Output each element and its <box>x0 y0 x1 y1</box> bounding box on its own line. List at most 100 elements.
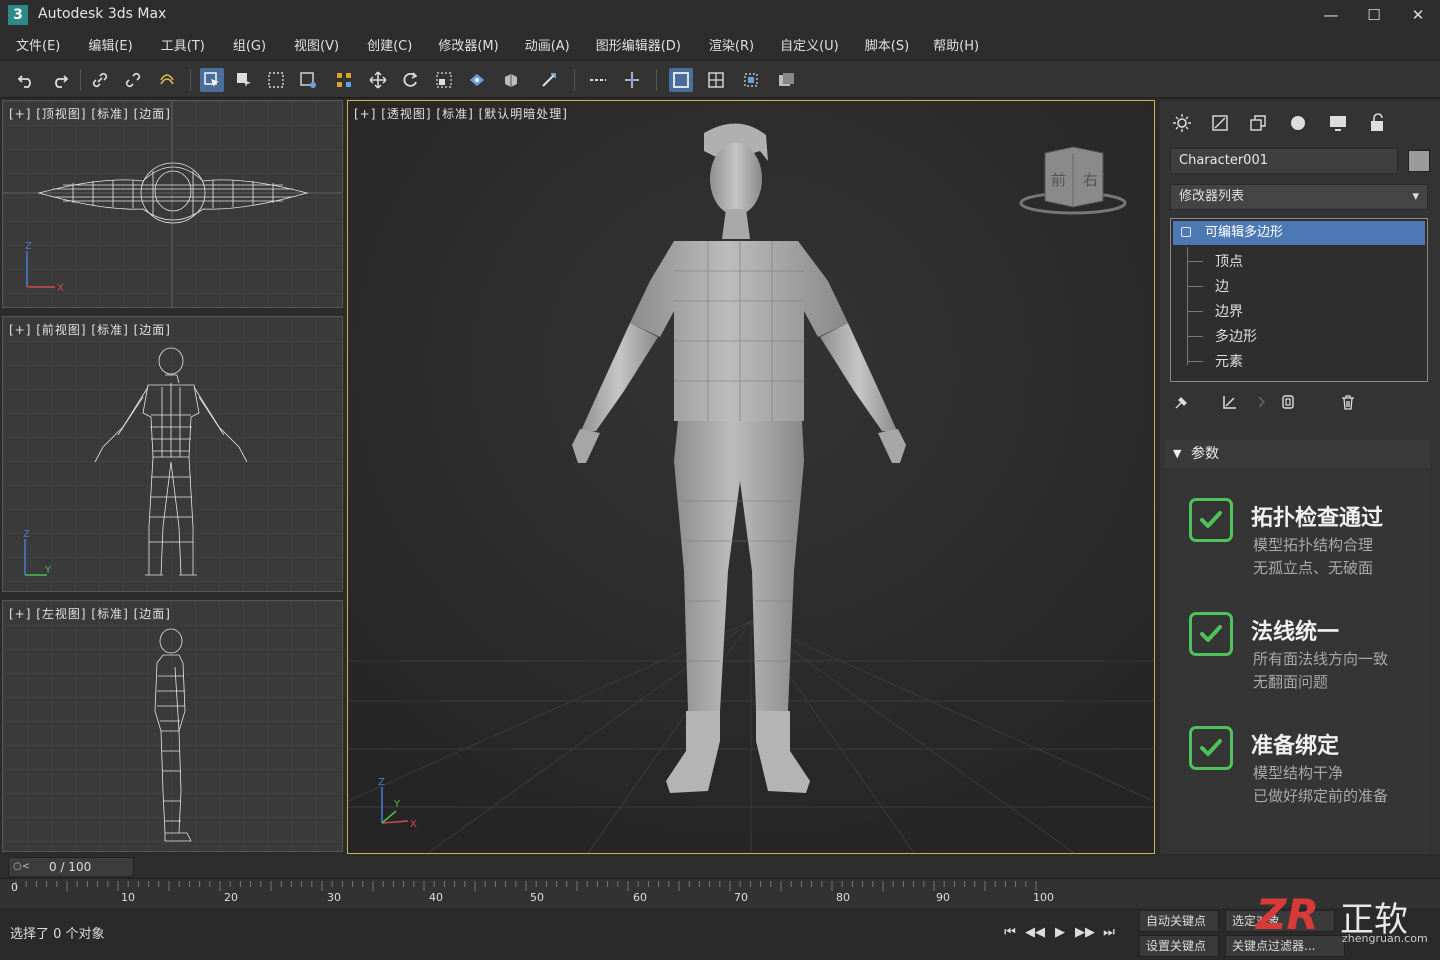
ruler-label: 30 <box>327 891 341 904</box>
next-frame-icon[interactable]: ▶▶ <box>1074 922 1096 944</box>
make-unique-icon[interactable] <box>1276 390 1300 414</box>
select-move-filter-icon[interactable] <box>332 68 356 92</box>
show-end-result-icon[interactable] <box>1218 390 1242 414</box>
link-icon[interactable] <box>88 68 112 92</box>
hierarchy-tab-icon[interactable] <box>1244 110 1272 136</box>
watermark-logo: ZR 正软 zhengruan.com <box>1256 890 1436 950</box>
parameters-rollout-body: 拓扑检查通过 模型拓扑结构合理 无孤立点、无破面 法线统一 所有面法线方向一致 … <box>1165 470 1430 854</box>
menu-file[interactable]: 文件(E) <box>8 35 68 54</box>
menu-modifiers[interactable]: 修改器(M) <box>430 35 506 54</box>
close-button[interactable]: ✕ <box>1403 4 1433 26</box>
modifier-list-dropdown[interactable]: 修改器列表 ▾ <box>1170 184 1428 210</box>
viewport-left[interactable]: [+] [左视图] [标准] [边面] <box>2 600 343 852</box>
menu-create[interactable]: 创建(C) <box>359 35 420 54</box>
menu-bar: 文件(E) 编辑(E) 工具(T) 组(G) 视图(V) 创建(C) 修改器(M… <box>0 30 1440 58</box>
zoom-extents-icon[interactable] <box>739 68 763 92</box>
watermark-url: zhengruan.com <box>1342 932 1428 945</box>
viewport-front[interactable]: Z Y [+] [前视图] [标准] [边面] <box>2 316 343 592</box>
move-icon[interactable] <box>366 68 390 92</box>
viewport-label-front[interactable]: [+] [前视图] [标准] [边面] <box>9 321 171 338</box>
subobject-border[interactable]: 边界 <box>1215 301 1243 321</box>
rotate-icon[interactable] <box>398 68 422 92</box>
dashed-line-icon[interactable] <box>586 68 610 92</box>
menu-help[interactable]: 帮助(H) <box>925 35 987 54</box>
svg-text:Z: Z <box>25 241 32 252</box>
display-tab-icon[interactable] <box>1324 110 1352 136</box>
viewport-label-top[interactable]: [+] [顶视图] [标准] [边面] <box>9 105 171 122</box>
unlink-icon[interactable] <box>121 68 145 92</box>
undo-icon[interactable] <box>14 68 38 92</box>
expand-icon[interactable] <box>1181 227 1191 237</box>
go-to-end-icon[interactable]: ⏭ <box>1098 922 1120 944</box>
viewport-label-left[interactable]: [+] [左视图] [标准] [边面] <box>9 605 171 622</box>
create-tab-icon[interactable] <box>1168 110 1196 136</box>
rect-selection-icon[interactable] <box>264 68 288 92</box>
layout-viewports-icon[interactable] <box>704 68 728 92</box>
menu-group[interactable]: 组(G) <box>225 35 274 54</box>
ruler-label: 50 <box>530 891 544 904</box>
scale-icon[interactable] <box>432 68 456 92</box>
viewport-perspective[interactable]: 前 右 Z X Y [+] [透视图] [标准] [默认明暗处理] <box>347 100 1155 854</box>
check-desc-line: 已做好绑定前的准备 <box>1253 787 1389 805</box>
set-key-button[interactable]: 设置关键点 <box>1139 935 1219 957</box>
selection-status: 选择了 0 个对象 <box>10 927 105 942</box>
scale-multi-icon[interactable] <box>499 68 523 92</box>
play-icon[interactable]: ▶ <box>1049 922 1071 944</box>
svg-text:Y: Y <box>44 565 52 576</box>
chevron-down-icon: ▾ <box>1412 189 1419 204</box>
menu-animation[interactable]: 动画(A) <box>517 35 578 54</box>
subobject-polygon[interactable]: 多边形 <box>1215 326 1257 346</box>
redo-icon[interactable] <box>48 68 72 92</box>
modifier-stack: 可编辑多边形 顶点 边 边界 多边形 元素 <box>1170 218 1428 382</box>
subobject-edge[interactable]: 边 <box>1215 276 1229 296</box>
ruler-label: 0 <box>11 881 18 894</box>
select-by-name-icon[interactable] <box>232 68 256 92</box>
chevron-right-icon <box>1250 390 1274 414</box>
menu-views[interactable]: 视图(V) <box>286 35 347 54</box>
time-slider[interactable]: ○< 0 / 100 <box>8 857 134 877</box>
ruler-label: 80 <box>836 891 850 904</box>
menu-edit[interactable]: 编辑(E) <box>80 35 140 54</box>
trash-icon[interactable] <box>1336 390 1360 414</box>
object-name-field[interactable]: Character001 <box>1170 148 1398 174</box>
go-to-start-icon[interactable]: ⏮ <box>999 922 1021 944</box>
auto-key-button[interactable]: 自动关键点 <box>1139 910 1219 932</box>
menu-tools[interactable]: 工具(T) <box>153 35 213 54</box>
svg-text:X: X <box>57 283 64 294</box>
parameters-rollout-header[interactable]: ▼ 参数 <box>1165 440 1430 468</box>
viewport-top[interactable]: Z X [+] [顶视图] [标准] [边面] <box>2 100 343 308</box>
rollout-title: 参数 <box>1191 446 1219 462</box>
modify-tab-icon[interactable] <box>1206 110 1234 136</box>
pin-stack-icon[interactable] <box>1170 390 1194 414</box>
align-icon[interactable] <box>620 68 644 92</box>
check-icon <box>1189 498 1233 542</box>
bind-spacewarp-icon[interactable] <box>155 68 179 92</box>
viewport-label-perspective[interactable]: [+] [透视图] [标准] [默认明暗处理] <box>354 105 568 122</box>
menu-graph-editors[interactable]: 图形编辑器(D) <box>588 35 689 54</box>
maximize-viewport-icon[interactable] <box>669 68 693 92</box>
render-frame-icon[interactable] <box>774 68 798 92</box>
place-icon[interactable] <box>465 68 489 92</box>
snap-toggle-icon[interactable] <box>537 68 561 92</box>
track-bar[interactable]: 0 10 20 30 40 50 60 70 80 90 100 <box>0 878 1440 908</box>
subobject-vertex[interactable]: 顶点 <box>1215 251 1243 271</box>
menu-customize[interactable]: 自定义(U) <box>772 35 847 54</box>
check-icon <box>1189 612 1233 656</box>
menu-scripting[interactable]: 脚本(S) <box>857 35 917 54</box>
maximize-button[interactable]: ☐ <box>1359 4 1389 26</box>
minimize-button[interactable]: — <box>1316 4 1346 26</box>
check-desc-line: 无孤立点、无破面 <box>1253 559 1374 577</box>
subobject-element[interactable]: 元素 <box>1215 351 1243 371</box>
utilities-tab-icon[interactable] <box>1364 110 1392 136</box>
check-title-normals: 法线统一 <box>1251 620 1340 645</box>
select-object-icon[interactable] <box>200 68 224 92</box>
object-color-swatch[interactable] <box>1408 150 1430 172</box>
motion-tab-icon[interactable] <box>1284 110 1312 136</box>
previous-frame-icon[interactable]: ◀◀ <box>1024 922 1046 944</box>
window-crossing-icon[interactable] <box>296 68 320 92</box>
ruler-label: 100 <box>1033 891 1054 904</box>
menu-rendering[interactable]: 渲染(R) <box>701 35 762 54</box>
command-panel: Character001 修改器列表 ▾ 可编辑多边形 顶点 边 边界 多边形 … <box>1160 100 1440 854</box>
modifier-list-label: 修改器列表 <box>1179 189 1245 204</box>
stack-item-editable-poly[interactable]: 可编辑多边形 <box>1173 221 1425 245</box>
